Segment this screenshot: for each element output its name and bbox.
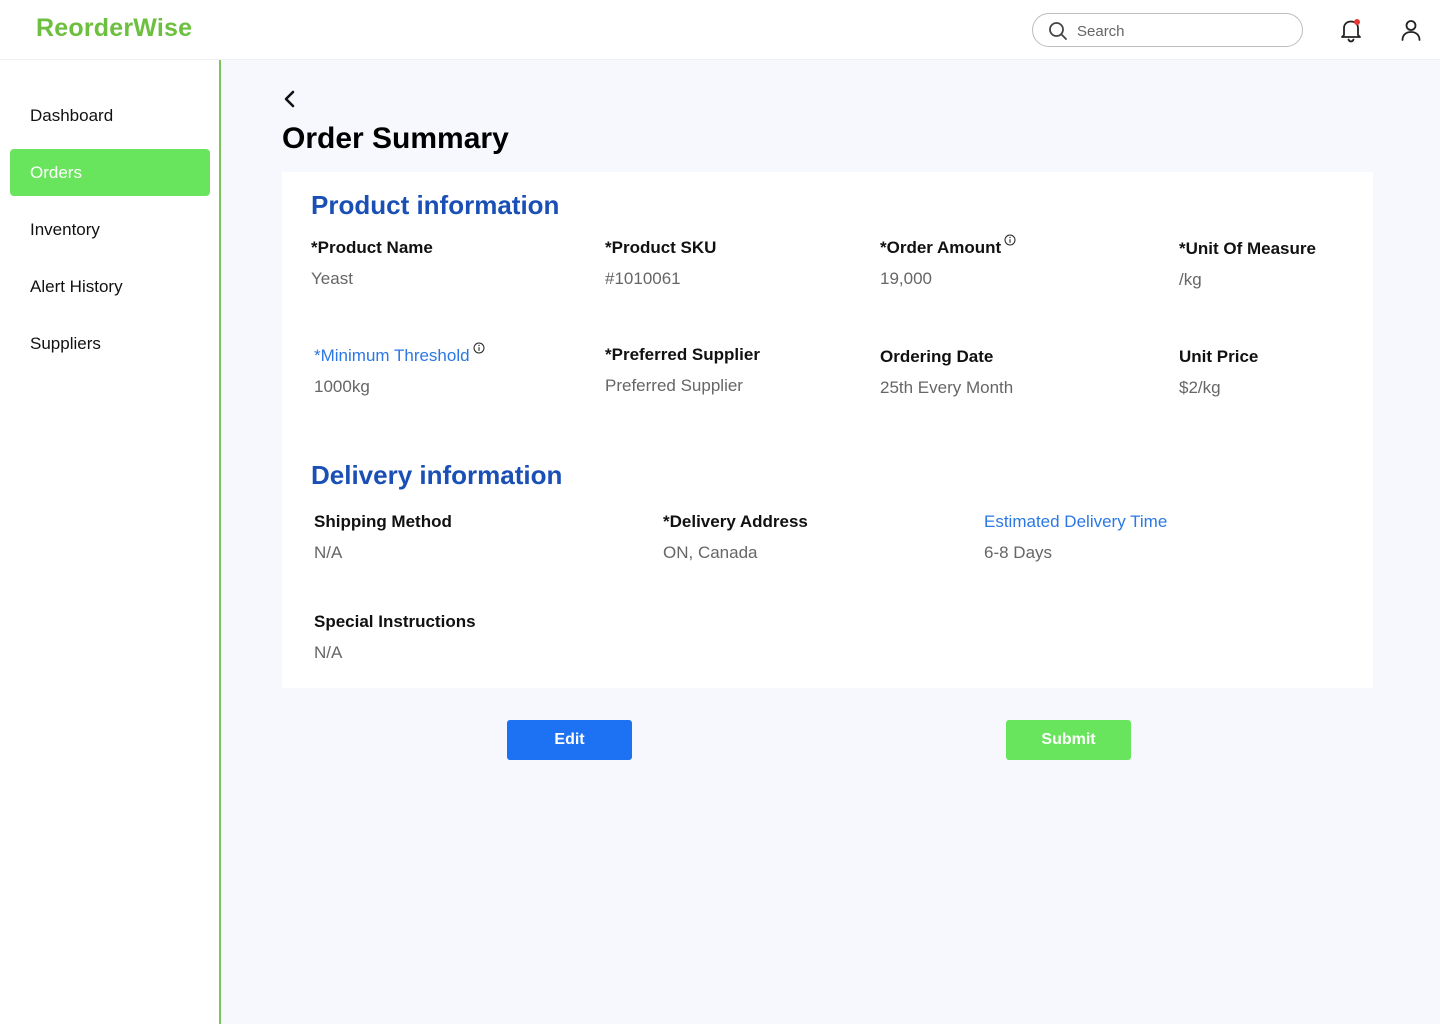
sidebar-item-dashboard[interactable]: Dashboard: [10, 92, 210, 139]
field-value: N/A: [314, 543, 343, 562]
field-label: Ordering Date: [880, 347, 994, 366]
submit-button[interactable]: Submit: [1006, 720, 1131, 760]
field-label: Unit Price: [1179, 347, 1259, 366]
field-label: *Product Name: [311, 238, 433, 257]
unit-of-measure-field: *Unit Of Measure /kg: [1179, 239, 1316, 290]
field-value: Yeast: [311, 269, 353, 288]
field-label: *Product SKU: [605, 238, 717, 257]
field-value: 1000kg: [314, 377, 370, 396]
page-title: Order Summary: [282, 122, 509, 155]
field-label: *Minimum Threshold: [314, 346, 470, 365]
field-value: Preferred Supplier: [605, 376, 743, 395]
field-label: Special Instructions: [314, 612, 476, 631]
info-icon[interactable]: [1004, 234, 1016, 246]
delivery-address-field: *Delivery Address ON, Canada: [663, 512, 808, 563]
product-name-field: *Product Name Yeast: [311, 238, 433, 289]
search-icon: [1049, 22, 1067, 40]
field-label: *Preferred Supplier: [605, 345, 760, 364]
field-label-row: *Order Amount: [880, 234, 1016, 258]
product-information-heading: Product information: [311, 190, 560, 220]
field-value: ON, Canada: [663, 543, 758, 562]
field-label: *Delivery Address: [663, 512, 808, 531]
sidebar-item-suppliers[interactable]: Suppliers: [10, 320, 210, 367]
product-sku-field: *Product SKU #1010061: [605, 238, 716, 289]
field-value: /kg: [1179, 270, 1202, 289]
field-value: 25th Every Month: [880, 378, 1014, 397]
top-bar: ReorderWise: [0, 0, 1440, 60]
sidebar-item-alert-history[interactable]: Alert History: [10, 263, 210, 310]
info-icon[interactable]: [473, 342, 485, 354]
search-input[interactable]: [1077, 20, 1287, 42]
minimum-threshold-field: *Minimum Threshold 1000kg: [314, 342, 485, 397]
sidebar: Dashboard Orders Inventory Alert History…: [0, 60, 221, 1024]
field-label: Shipping Method: [314, 512, 452, 531]
delivery-information-heading: Delivery information: [311, 460, 563, 490]
field-value: 6-8 Days: [984, 543, 1053, 562]
unit-price-field: Unit Price $2/kg: [1179, 347, 1258, 398]
special-instructions-field: Special Instructions N/A: [314, 612, 476, 663]
sidebar-item-inventory[interactable]: Inventory: [10, 206, 210, 253]
field-value: #1010061: [605, 269, 681, 288]
field-label: *Order Amount: [880, 238, 1002, 257]
app-logo[interactable]: ReorderWise: [36, 14, 192, 43]
field-label: Estimated Delivery Time: [984, 512, 1168, 531]
estimated-delivery-time-field: Estimated Delivery Time 6-8 Days: [984, 512, 1167, 563]
order-amount-field: *Order Amount 19,000: [880, 234, 1016, 289]
field-value: $2/kg: [1179, 378, 1221, 397]
field-label-row: *Minimum Threshold: [314, 342, 485, 366]
back-arrow-icon[interactable]: [280, 88, 300, 110]
notification-dot: [1354, 19, 1360, 25]
sidebar-item-orders[interactable]: Orders: [10, 149, 210, 196]
notification-bell-icon[interactable]: [1338, 17, 1364, 43]
search-box[interactable]: [1032, 13, 1303, 47]
ordering-date-field: Ordering Date 25th Every Month: [880, 347, 1013, 398]
field-value: N/A: [314, 643, 343, 662]
user-profile-icon[interactable]: [1398, 17, 1424, 43]
order-summary-card: Product information *Product Name Yeast …: [282, 172, 1373, 688]
preferred-supplier-field: *Preferred Supplier Preferred Supplier: [605, 345, 760, 396]
shipping-method-field: Shipping Method N/A: [314, 512, 452, 563]
field-value: 19,000: [880, 269, 932, 288]
field-label: *Unit Of Measure: [1179, 239, 1316, 258]
edit-button[interactable]: Edit: [507, 720, 632, 760]
